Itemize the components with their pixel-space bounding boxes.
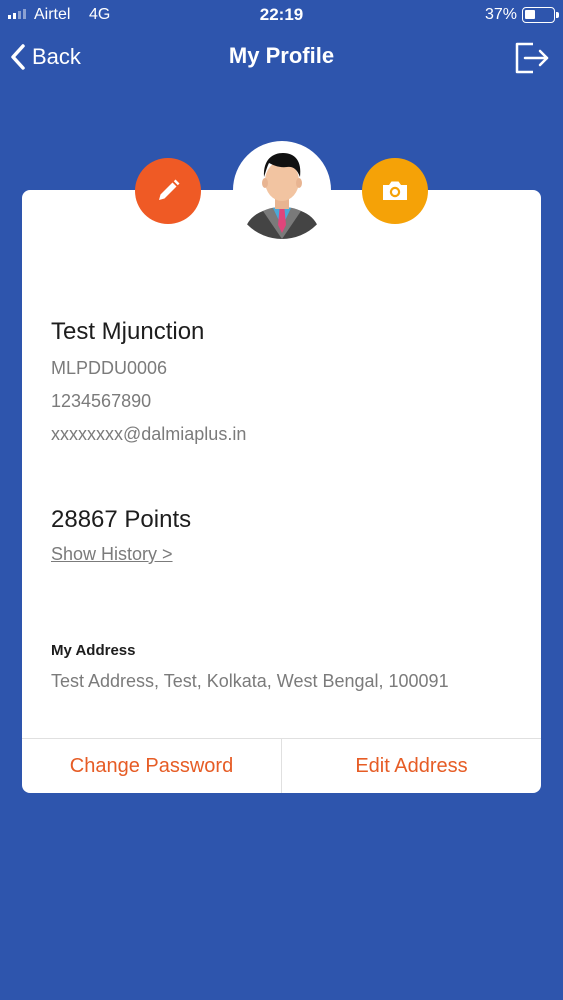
battery-icon bbox=[522, 7, 559, 23]
status-bar: Airtel 4G 22:19 37% bbox=[0, 0, 563, 30]
camera-icon bbox=[383, 181, 407, 200]
logout-icon bbox=[515, 42, 549, 74]
edit-address-button[interactable]: Edit Address bbox=[281, 739, 541, 793]
show-history-link[interactable]: Show History > bbox=[51, 544, 173, 565]
points-balance: 28867 Points bbox=[51, 506, 192, 533]
page-title: My Profile bbox=[228, 43, 335, 68]
edit-profile-button[interactable] bbox=[135, 158, 201, 224]
address-heading: My Address bbox=[51, 642, 136, 659]
logout-button[interactable] bbox=[513, 40, 551, 76]
status-time: 22:19 bbox=[259, 5, 304, 24]
change-password-button[interactable]: Change Password bbox=[22, 739, 281, 793]
user-email: xxxxxxxx@dalmiaplus.in bbox=[51, 424, 247, 444]
user-phone: 1234567890 bbox=[51, 391, 152, 411]
user-avatar-icon bbox=[243, 153, 321, 239]
change-photo-button[interactable] bbox=[362, 158, 428, 224]
battery-percent: 37% bbox=[484, 6, 517, 23]
user-code: MLPDDU0006 bbox=[51, 358, 168, 378]
card-actions: Change Password Edit Address bbox=[22, 738, 541, 793]
address-text: Test Address, Test, Kolkata, West Bengal… bbox=[51, 671, 449, 691]
avatar bbox=[233, 141, 331, 239]
profile-card: Test Mjunction MLPDDU0006 1234567890 xxx… bbox=[22, 190, 541, 793]
pencil-icon bbox=[159, 179, 180, 200]
user-name: Test Mjunction bbox=[51, 318, 205, 345]
